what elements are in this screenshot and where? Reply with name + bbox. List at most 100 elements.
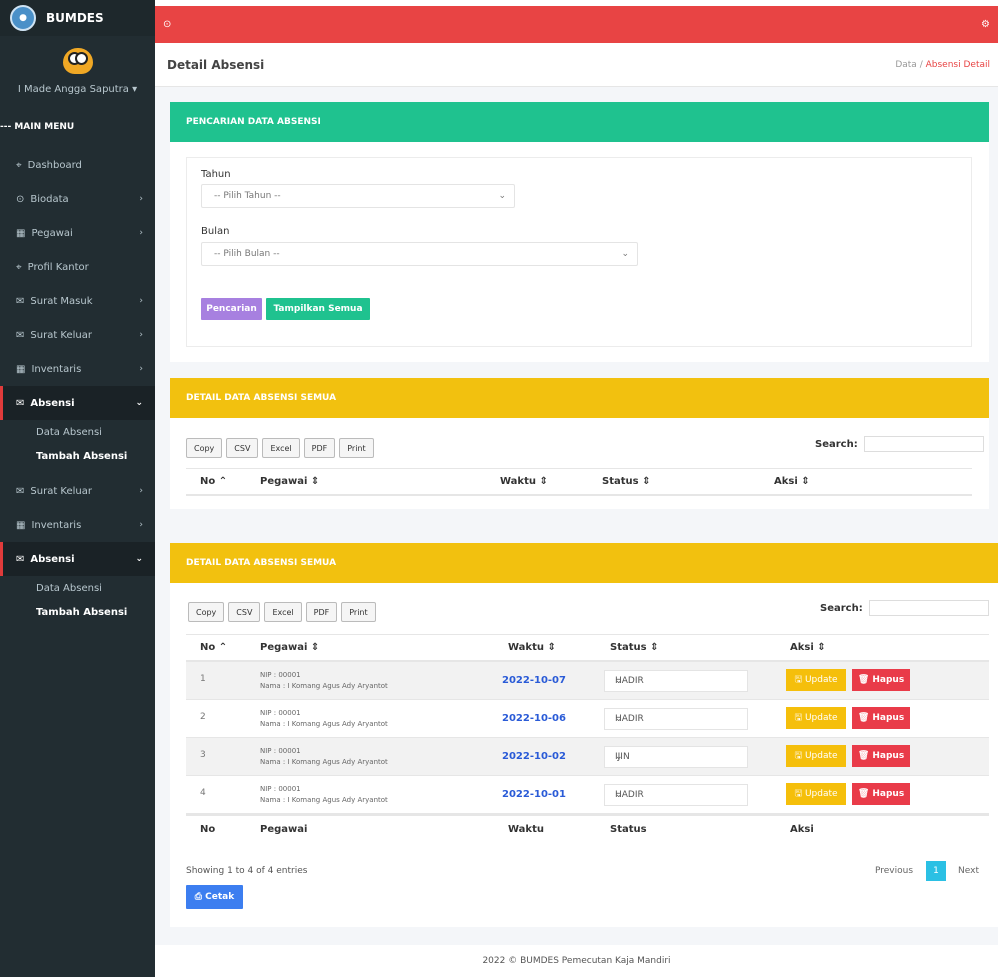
brand-name: BUMDES (46, 11, 104, 25)
row-status-select[interactable]: HADIR ⌄ (604, 708, 748, 730)
bulan-select[interactable]: -- Pilih Bulan -- ⌄ (201, 242, 638, 266)
row-nip: NIP : 00001 (260, 785, 301, 793)
sidebar-sub-data-absensi[interactable]: Data Absensi (0, 420, 155, 444)
dashboard-icon: ⌖ (16, 159, 22, 171)
sidebar-sub-data-absensi-2[interactable]: Data Absensi (0, 576, 155, 600)
sidebar-item-label: Profil Kantor (27, 261, 89, 273)
sidebar-item-label: Dashboard (27, 159, 82, 171)
sidebar-item-surat-masuk[interactable]: ✉ Surat Masuk › (0, 284, 155, 318)
table-2-header: No ⌃ Pegawai ⇕ Waktu ⇕ Status ⇕ Aksi ⇕ (186, 634, 989, 662)
csv-button[interactable]: CSV (226, 438, 259, 458)
sidebar-item-biodata[interactable]: ⊙ Biodata › (0, 182, 155, 216)
update-button[interactable]: 🖫 Update (786, 707, 846, 729)
col-no[interactable]: No ⌃ (200, 642, 227, 653)
chevron-icon: › (139, 228, 143, 238)
col-aksi[interactable]: Aksi ⇕ (774, 476, 810, 487)
sidebar-item-surat-keluar[interactable]: ✉ Surat Keluar › (0, 318, 155, 352)
row-nama: Nama : I Komang Agus Ady Aryantot (260, 682, 388, 690)
settings-icon[interactable]: ⚙ (981, 19, 990, 30)
sidebar-item-left: ▦ Pegawai (16, 228, 73, 239)
search-label: Search: (815, 438, 858, 450)
sidebar-item-label: Inventaris (31, 519, 82, 531)
hapus-button[interactable]: 🗑 Hapus (852, 783, 910, 805)
table-1-header: No ⌃ Pegawai ⇕ Waktu ⇕ Status ⇕ Aksi ⇕ (186, 468, 972, 496)
sidebar-sub-tambah-absensi[interactable]: Tambah Absensi (0, 444, 155, 468)
search-input[interactable] (863, 436, 984, 452)
sidebar-item-label: Absensi (30, 397, 75, 409)
col-aksi[interactable]: Aksi ⇕ (790, 642, 826, 653)
row-status-select[interactable]: HADIR ⌄ (604, 784, 748, 806)
col-pegawai[interactable]: Pegawai ⇕ (260, 476, 319, 487)
row-pegawai: NIP : 00001 Nama : I Komang Agus Ady Arya… (260, 746, 388, 768)
sidebar-item-left: ▦ Inventaris (16, 520, 81, 531)
chevron-icon: ⌄ (135, 398, 143, 408)
pagination-page-1[interactable]: 1 (926, 861, 946, 881)
sidebar-sub-tambah-absensi-2[interactable]: Tambah Absensi (0, 600, 155, 624)
sidebar-item-surat-keluar[interactable]: ✉ Surat Keluar › (0, 474, 155, 508)
copy-button[interactable]: Copy (188, 602, 225, 622)
pagination-next[interactable]: Next (958, 866, 979, 876)
pdf-button[interactable]: PDF (305, 602, 338, 622)
foot-status: Status (610, 824, 647, 835)
page-header: Detail Absensi Data / Absensi Detail (155, 43, 998, 87)
sidebar-item-absensi[interactable]: ✉ Absensi ⌄ (0, 386, 155, 420)
pencarian-button[interactable]: Pencarian (201, 298, 262, 320)
sidebar-item-dashboard[interactable]: ⌖ Dashboard (0, 148, 155, 182)
update-button[interactable]: 🖫 Update (786, 783, 846, 805)
update-button[interactable]: 🖫 Update (786, 745, 846, 767)
hapus-button[interactable]: 🗑 Hapus (852, 745, 910, 767)
col-waktu[interactable]: Waktu ⇕ (500, 476, 548, 487)
avatar (62, 48, 93, 74)
sidebar-item-inventaris[interactable]: ▦ Inventaris › (0, 508, 155, 542)
row-status-select[interactable]: HADIR ⌄ (604, 670, 748, 692)
row-waktu: 2022-10-06 (502, 713, 566, 724)
sidebar-item-absensi[interactable]: ✉ Absensi ⌄ (0, 542, 155, 576)
row-no: 3 (200, 750, 206, 760)
menu-toggle-icon[interactable]: ⊙ (163, 19, 171, 30)
col-waktu[interactable]: Waktu ⇕ (508, 642, 556, 653)
caret-down-icon: ▾ (132, 84, 138, 95)
col-no[interactable]: No ⌃ (200, 476, 227, 487)
search-panel-title: PENCARIAN DATA ABSENSI (170, 102, 989, 142)
print-button[interactable]: Print (339, 438, 374, 458)
sidebar-item-label: Pegawai (31, 227, 73, 239)
tahun-label: Tahun (201, 169, 231, 180)
breadcrumb-data[interactable]: Data (895, 60, 917, 70)
pdf-button[interactable]: PDF (303, 438, 336, 458)
row-status-select[interactable]: IJIN ⌄ (604, 746, 748, 768)
row-no: 2 (200, 712, 206, 722)
col-status[interactable]: Status ⇕ (602, 476, 650, 487)
tampilkan-semua-button[interactable]: Tampilkan Semua (266, 298, 370, 320)
col-status[interactable]: Status ⇕ (610, 642, 658, 653)
chevron-icon: › (139, 520, 143, 530)
print-button[interactable]: Print (341, 602, 376, 622)
chevron-icon: › (139, 296, 143, 306)
brand[interactable]: ● BUMDES (0, 0, 155, 36)
breadcrumb-sep: / (919, 59, 923, 70)
sidebar-item-left: ✉ Surat Keluar (16, 486, 92, 497)
tahun-select[interactable]: -- Pilih Tahun -- ⌄ (201, 184, 515, 208)
excel-button[interactable]: Excel (264, 602, 302, 622)
profil-kantor-icon: ⌖ (16, 261, 22, 273)
pagination-previous[interactable]: Previous (875, 866, 913, 876)
hapus-button[interactable]: 🗑 Hapus (852, 669, 910, 691)
sidebar-item-label: Surat Keluar (30, 485, 92, 497)
csv-button[interactable]: CSV (228, 602, 261, 622)
search-label: Search: (820, 602, 863, 614)
excel-button[interactable]: Excel (262, 438, 300, 458)
chevron-icon: › (139, 194, 143, 204)
chevron-down-icon: ⌄ (615, 714, 623, 724)
row-pegawai: NIP : 00001 Nama : I Komang Agus Ady Arya… (260, 784, 388, 806)
tahun-select-value: -- Pilih Tahun -- (214, 191, 281, 201)
sidebar-item-profil-kantor[interactable]: ⌖ Profil Kantor (0, 250, 155, 284)
search-input[interactable] (868, 600, 989, 616)
sidebar-item-pegawai[interactable]: ▦ Pegawai › (0, 216, 155, 250)
sidebar-item-inventaris[interactable]: ▦ Inventaris › (0, 352, 155, 386)
copy-button[interactable]: Copy (186, 438, 223, 458)
update-button[interactable]: 🖫 Update (786, 669, 846, 691)
search-box-1: Search: (815, 436, 984, 452)
col-pegawai[interactable]: Pegawai ⇕ (260, 642, 319, 653)
cetak-button[interactable]: ⎙ Cetak (186, 885, 243, 909)
hapus-button[interactable]: 🗑 Hapus (852, 707, 910, 729)
user-menu[interactable]: I Made Angga Saputra ▾ (0, 84, 155, 104)
